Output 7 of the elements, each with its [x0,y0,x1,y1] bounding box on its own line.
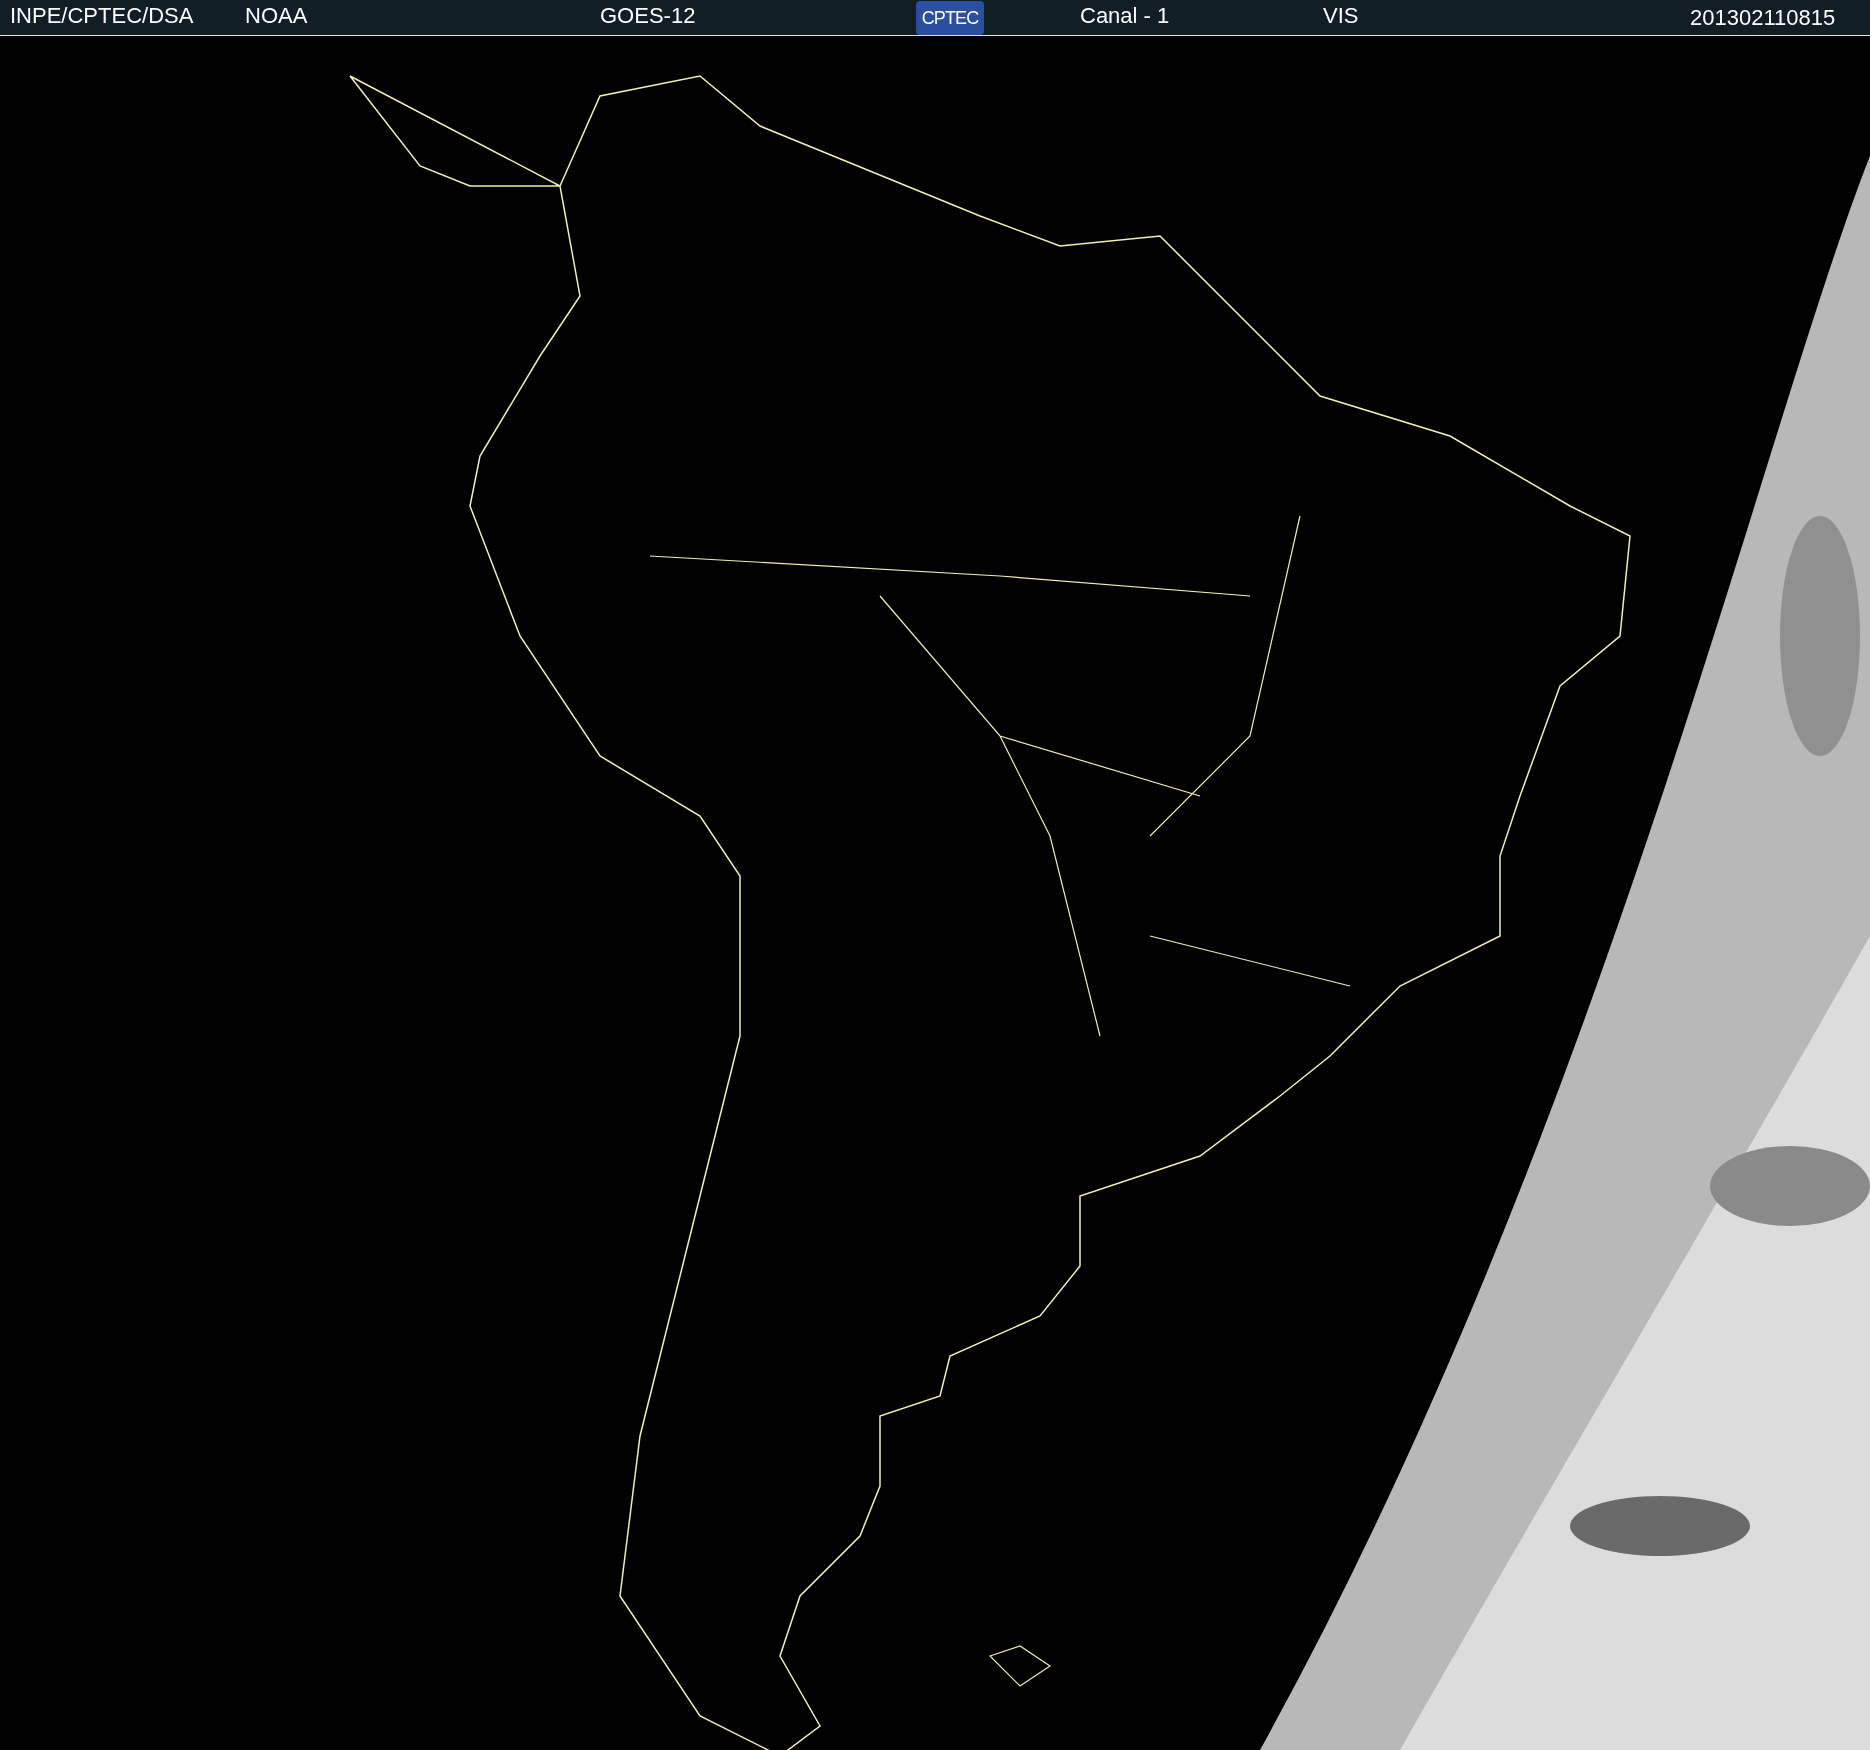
timestamp-label: 201302110815 [1690,6,1836,29]
agency-label: NOAA [245,3,308,28]
source-label: INPE/CPTEC/DSA [10,3,194,28]
logo: CPTEC [916,0,984,35]
satellite-label: GOES-12 [600,3,696,28]
band-label: VIS [1323,3,1359,28]
channel-label: Canal - 1 [1080,3,1170,28]
